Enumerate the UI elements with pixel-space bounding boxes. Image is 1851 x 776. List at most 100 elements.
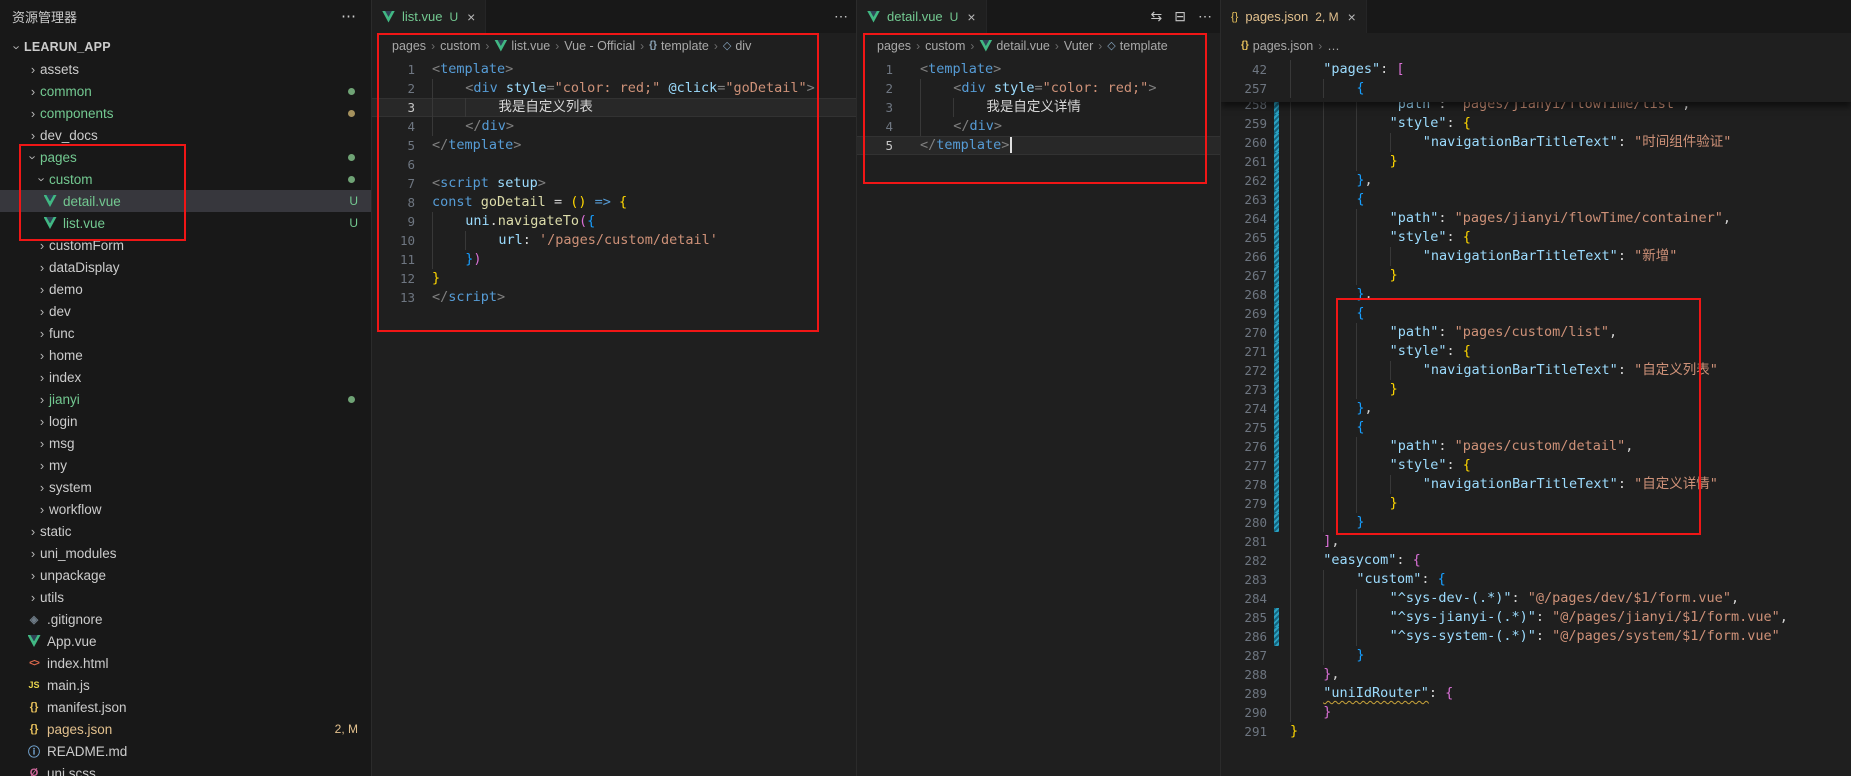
code-line-12[interactable]: 12} (372, 269, 856, 288)
code-line-287[interactable]: 287} (1221, 646, 1851, 665)
tree-item-func[interactable]: ›func (0, 322, 371, 344)
code-line-257[interactable]: 257{ (1221, 79, 1851, 98)
tree-item-list.vue[interactable]: list.vueU (0, 212, 371, 234)
code-line-274[interactable]: 274}, (1221, 399, 1851, 418)
tree-item-manifest.json[interactable]: {}manifest.json (0, 696, 371, 718)
code-line-276[interactable]: 276"path": "pages/custom/detail", (1221, 437, 1851, 456)
code-line-277[interactable]: 277"style": { (1221, 456, 1851, 475)
breadcrumb-item-pages.json[interactable]: {}pages.json (1241, 39, 1313, 53)
tree-item-LEARUN_APP[interactable]: ›LEARUN_APP (0, 36, 371, 58)
code-line-10[interactable]: 10url: '/pages/custom/detail' (372, 231, 856, 250)
breadcrumb-item-template[interactable]: ◇template (1107, 39, 1167, 53)
code-line-261[interactable]: 261} (1221, 152, 1851, 171)
code-line-9[interactable]: 9uni.navigateTo({ (372, 212, 856, 231)
breadcrumb-item-div[interactable]: ◇div (723, 39, 751, 53)
tree-item-customForm[interactable]: ›customForm (0, 234, 371, 256)
code-line-5[interactable]: 5</template> (857, 136, 1220, 155)
more-actions-icon[interactable]: ⋯ (1198, 8, 1212, 25)
explorer-more-icon[interactable]: ⋯ (341, 7, 357, 25)
tree-item-dev_docs[interactable]: ›dev_docs (0, 124, 371, 146)
tree-item-custom[interactable]: ›custom (0, 168, 371, 190)
code-line-269[interactable]: 269{ (1221, 304, 1851, 323)
code-line-6[interactable]: 6 (372, 155, 856, 174)
code-line-283[interactable]: 283"custom": { (1221, 570, 1851, 589)
code-line-3[interactable]: 3我是自定义列表 (372, 98, 856, 117)
split-editor-icon[interactable]: ⊟ (1174, 8, 1186, 25)
breadcrumb-item-list.vue[interactable]: list.vue (494, 39, 550, 53)
breadcrumb-item-detail.vue[interactable]: detail.vue (979, 39, 1050, 53)
breadcrumb-item-…[interactable]: … (1327, 39, 1340, 53)
tree-item-home[interactable]: ›home (0, 344, 371, 366)
breadcrumb-item-Vuter[interactable]: Vuter (1064, 39, 1093, 53)
code-line-286[interactable]: 286"^sys-system-(.*)": "@/pages/system/$… (1221, 627, 1851, 646)
tree-item-workflow[interactable]: ›workflow (0, 498, 371, 520)
code-line-275[interactable]: 275{ (1221, 418, 1851, 437)
code-line-4[interactable]: 4</div> (857, 117, 1220, 136)
code-line-1[interactable]: 1<template> (372, 60, 856, 79)
tree-item-demo[interactable]: ›demo (0, 278, 371, 300)
code-line-1[interactable]: 1<template> (857, 60, 1220, 79)
code-line-268[interactable]: 268}, (1221, 285, 1851, 304)
tree-item-dataDisplay[interactable]: ›dataDisplay (0, 256, 371, 278)
code-editor-detail[interactable]: 1<template>2<div style="color: red;">3我是… (857, 58, 1220, 776)
tab-pages-json[interactable]: {} pages.json 2, M × (1221, 0, 1367, 33)
tree-item-index.html[interactable]: <>index.html (0, 652, 371, 674)
tree-item-msg[interactable]: ›msg (0, 432, 371, 454)
code-line-7[interactable]: 7<script setup> (372, 174, 856, 193)
code-line-265[interactable]: 265"style": { (1221, 228, 1851, 247)
tree-item-utils[interactable]: ›utils (0, 586, 371, 608)
code-line-278[interactable]: 278"navigationBarTitleText": "自定义详情" (1221, 475, 1851, 494)
tree-item-detail.vue[interactable]: detail.vueU (0, 190, 371, 212)
code-line-2[interactable]: 2<div style="color: red;"> (857, 79, 1220, 98)
tree-item-components[interactable]: ›components (0, 102, 371, 124)
tree-item-unpackage[interactable]: ›unpackage (0, 564, 371, 586)
code-line-273[interactable]: 273} (1221, 380, 1851, 399)
code-line-8[interactable]: 8const goDetail = () => { (372, 193, 856, 212)
close-icon[interactable]: × (467, 9, 475, 25)
breadcrumb-item-Vue - Official[interactable]: Vue - Official (564, 39, 635, 53)
code-line-285[interactable]: 285"^sys-jianyi-(.*)": "@/pages/jianyi/$… (1221, 608, 1851, 627)
code-line-267[interactable]: 267} (1221, 266, 1851, 285)
code-line-11[interactable]: 11}) (372, 250, 856, 269)
more-actions-icon[interactable]: ⋯ (834, 8, 848, 25)
code-line-42[interactable]: 42"pages": [ (1221, 60, 1851, 79)
code-line-282[interactable]: 282"easycom": { (1221, 551, 1851, 570)
breadcrumb-item-pages[interactable]: pages (392, 39, 426, 53)
tree-item-README.md[interactable]: ⓘREADME.md (0, 740, 371, 762)
code-editor-pagesjson[interactable]: 258"path": "pages/jianyi/flowTime/list",… (1221, 58, 1851, 776)
tree-item-App.vue[interactable]: App.vue (0, 630, 371, 652)
breadcrumb-item-template[interactable]: {}template (649, 39, 709, 53)
code-line-5[interactable]: 5</template> (372, 136, 856, 155)
code-line-262[interactable]: 262}, (1221, 171, 1851, 190)
open-changes-icon[interactable]: ⇆ (1151, 8, 1163, 25)
tab-detail-vue[interactable]: detail.vue U × (857, 0, 987, 33)
code-line-281[interactable]: 281], (1221, 532, 1851, 551)
code-line-291[interactable]: 291} (1221, 722, 1851, 741)
tree-item-uni.scss[interactable]: Øuni.scss (0, 762, 371, 776)
code-line-288[interactable]: 288}, (1221, 665, 1851, 684)
tree-item-jianyi[interactable]: ›jianyi (0, 388, 371, 410)
code-line-280[interactable]: 280} (1221, 513, 1851, 532)
tab-list-vue[interactable]: list.vue U × (372, 0, 486, 33)
tree-item-dev[interactable]: ›dev (0, 300, 371, 322)
code-line-271[interactable]: 271"style": { (1221, 342, 1851, 361)
code-line-13[interactable]: 13</script> (372, 288, 856, 307)
code-line-270[interactable]: 270"path": "pages/custom/list", (1221, 323, 1851, 342)
code-line-279[interactable]: 279} (1221, 494, 1851, 513)
code-line-284[interactable]: 284"^sys-dev-(.*)": "@/pages/dev/$1/form… (1221, 589, 1851, 608)
tree-item-static[interactable]: ›static (0, 520, 371, 542)
tree-item-main.js[interactable]: JSmain.js (0, 674, 371, 696)
code-line-2[interactable]: 2<div style="color: red;" @click="goDeta… (372, 79, 856, 98)
tree-item-index[interactable]: ›index (0, 366, 371, 388)
code-line-266[interactable]: 266"navigationBarTitleText": "新增" (1221, 247, 1851, 266)
code-line-264[interactable]: 264"path": "pages/jianyi/flowTime/contai… (1221, 209, 1851, 228)
tree-item-pages[interactable]: ›pages (0, 146, 371, 168)
code-line-260[interactable]: 260"navigationBarTitleText": "时间组件验证" (1221, 133, 1851, 152)
code-line-290[interactable]: 290} (1221, 703, 1851, 722)
code-line-3[interactable]: 3我是自定义详情 (857, 98, 1220, 117)
breadcrumb-item-custom[interactable]: custom (925, 39, 965, 53)
tree-item-login[interactable]: ›login (0, 410, 371, 432)
code-line-272[interactable]: 272"navigationBarTitleText": "自定义列表" (1221, 361, 1851, 380)
breadcrumb-item-pages[interactable]: pages (877, 39, 911, 53)
tree-item-uni_modules[interactable]: ›uni_modules (0, 542, 371, 564)
